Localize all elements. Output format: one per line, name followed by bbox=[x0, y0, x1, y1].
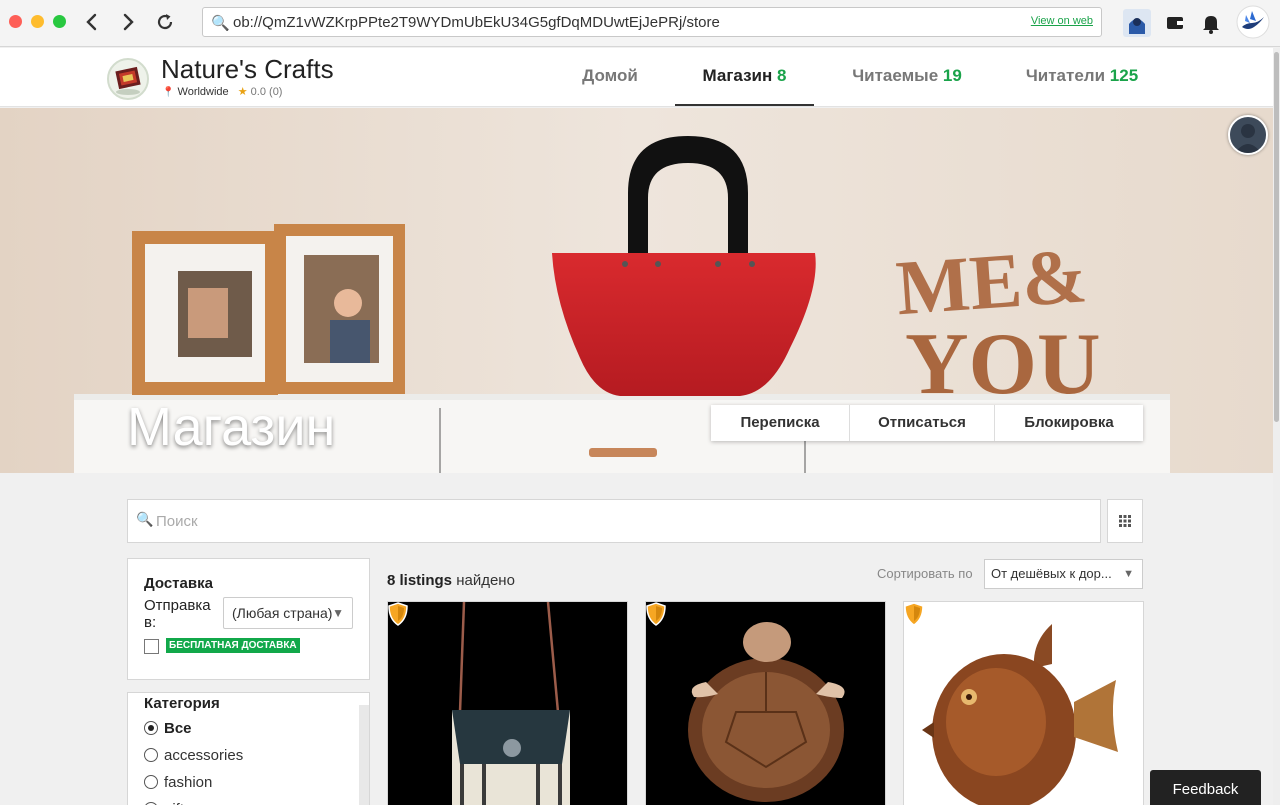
listings-count-number: 8 listings bbox=[387, 572, 453, 589]
profile-avatar-icon[interactable] bbox=[1122, 8, 1152, 38]
store-header: Nature's Crafts 📍 Worldwide ★ 0.0 (0) До… bbox=[0, 48, 1280, 107]
unfollow-button[interactable]: Отписаться bbox=[850, 405, 995, 441]
grid-icon bbox=[1119, 515, 1131, 527]
sort-select[interactable]: От дешёвых к дор... ▼ bbox=[984, 559, 1143, 589]
tab-following[interactable]: Читаемые 19 bbox=[838, 48, 976, 106]
reload-icon[interactable] bbox=[151, 8, 179, 36]
chevron-down-icon: ▼ bbox=[1123, 568, 1134, 580]
minimize-window-button[interactable] bbox=[31, 15, 44, 28]
store-meta: 📍 Worldwide ★ 0.0 (0) bbox=[162, 85, 282, 98]
tab-label: Читатели bbox=[1025, 66, 1106, 85]
listings-count-suffix: найдено bbox=[456, 572, 515, 589]
address-url[interactable]: ob://QmZ1vWZKrpPPte2T9WYDmUbEkU34G5gfDqM… bbox=[233, 14, 720, 31]
listing-image-bag bbox=[388, 602, 627, 805]
ship-to-label: Отправка в: bbox=[144, 597, 211, 631]
search-box: 🔍 bbox=[127, 499, 1101, 543]
store-location: Worldwide bbox=[177, 86, 229, 98]
listing-image-fish bbox=[904, 602, 1143, 805]
category-option-fashion[interactable]: fashion bbox=[144, 774, 212, 791]
tab-count: 125 bbox=[1109, 66, 1139, 85]
shipping-filter-panel: Доставка Отправка в: (Любая страна) ▼ БЕ… bbox=[127, 558, 370, 680]
category-label: fashion bbox=[164, 774, 213, 791]
user-avatar[interactable] bbox=[1228, 115, 1268, 155]
tab-home[interactable]: Домой bbox=[566, 48, 654, 106]
free-shipping-badge[interactable]: БЕСПЛАТНАЯ ДОСТАВКА bbox=[166, 638, 300, 653]
category-label: Все bbox=[164, 720, 192, 737]
country-select-value: (Любая страна) bbox=[232, 605, 333, 621]
category-option-gifts[interactable]: gifts bbox=[144, 801, 192, 805]
category-scrollbar[interactable] bbox=[359, 705, 369, 805]
search-icon: 🔍 bbox=[136, 512, 154, 528]
listing-card[interactable] bbox=[645, 601, 886, 805]
country-select[interactable]: (Любая страна) ▼ bbox=[223, 597, 353, 629]
feedback-button[interactable]: Feedback bbox=[1150, 770, 1261, 805]
chevron-down-icon: ▼ bbox=[332, 606, 344, 620]
free-shipping-checkbox[interactable] bbox=[144, 639, 159, 654]
block-button[interactable]: Блокировка bbox=[995, 405, 1143, 441]
tab-followers[interactable]: Читатели 125 bbox=[1012, 48, 1152, 106]
sort-select-value: От дешёвых к дор... bbox=[991, 566, 1112, 581]
shield-icon bbox=[904, 602, 924, 626]
banner-title: Магазин bbox=[127, 397, 336, 457]
store-name[interactable]: Nature's Crafts bbox=[161, 54, 334, 85]
back-arrow-icon[interactable] bbox=[78, 8, 106, 36]
shield-icon bbox=[646, 602, 666, 626]
category-filter-panel: Категория Все accessories fashion gifts bbox=[127, 692, 370, 805]
radio[interactable] bbox=[144, 775, 158, 789]
store-avatar[interactable] bbox=[107, 58, 149, 100]
address-bar[interactable]: 🔍 ob://QmZ1vWZKrpPPte2T9WYDmUbEkU34G5gfD… bbox=[202, 7, 1102, 37]
store-rating-count: (0) bbox=[269, 86, 283, 98]
radio-selected[interactable] bbox=[144, 721, 158, 735]
maximize-window-button[interactable] bbox=[53, 15, 66, 28]
store-action-buttons: Переписка Отписаться Блокировка bbox=[711, 405, 1143, 441]
forward-arrow-icon[interactable] bbox=[114, 8, 142, 36]
category-option-all[interactable]: Все bbox=[144, 720, 192, 737]
listing-image-turtle bbox=[646, 602, 885, 805]
page-scrollbar[interactable] bbox=[1273, 48, 1280, 805]
store-rating: 0.0 bbox=[250, 86, 266, 98]
close-window-button[interactable] bbox=[9, 15, 22, 28]
wallet-icon[interactable] bbox=[1160, 8, 1190, 38]
tab-label: Домой bbox=[582, 66, 638, 85]
browser-toolbar: 🔍 ob://QmZ1vWZKrpPPte2T9WYDmUbEkU34G5gfD… bbox=[0, 0, 1280, 47]
tab-label: Читаемые bbox=[852, 66, 939, 85]
shipping-title: Доставка bbox=[144, 575, 213, 592]
grid-view-toggle[interactable] bbox=[1107, 499, 1143, 543]
search-input[interactable] bbox=[156, 508, 1086, 534]
message-button[interactable]: Переписка bbox=[711, 405, 850, 441]
tab-count: 8 bbox=[777, 66, 787, 85]
svg-text:YOU: YOU bbox=[905, 316, 1101, 413]
radio[interactable] bbox=[144, 748, 158, 762]
category-option-accessories[interactable]: accessories bbox=[144, 747, 243, 764]
search-icon: 🔍 bbox=[211, 14, 230, 32]
sort-label: Сортировать по bbox=[877, 566, 973, 581]
listing-card[interactable] bbox=[387, 601, 628, 805]
listing-card[interactable] bbox=[903, 601, 1144, 805]
bell-icon[interactable] bbox=[1196, 8, 1226, 38]
listings-count: 8 listings найдено bbox=[387, 572, 515, 589]
star-icon: ★ bbox=[237, 86, 248, 98]
shield-icon bbox=[388, 602, 408, 626]
location-pin-icon: 📍 bbox=[162, 87, 175, 98]
scrollbar-thumb[interactable] bbox=[1274, 52, 1279, 422]
openbazaar-logo-icon[interactable] bbox=[1236, 5, 1270, 39]
store-banner: ME& YOU Магазин Переписка Отписаться Бло… bbox=[0, 108, 1273, 473]
tab-label: Магазин bbox=[702, 66, 773, 85]
category-label: gifts bbox=[164, 801, 192, 805]
view-on-web-link[interactable]: View on web bbox=[1031, 15, 1093, 27]
tab-store[interactable]: Магазин 8 bbox=[675, 48, 814, 106]
category-label: accessories bbox=[164, 747, 244, 764]
category-title: Категория bbox=[144, 695, 220, 712]
tab-count: 19 bbox=[942, 66, 962, 85]
